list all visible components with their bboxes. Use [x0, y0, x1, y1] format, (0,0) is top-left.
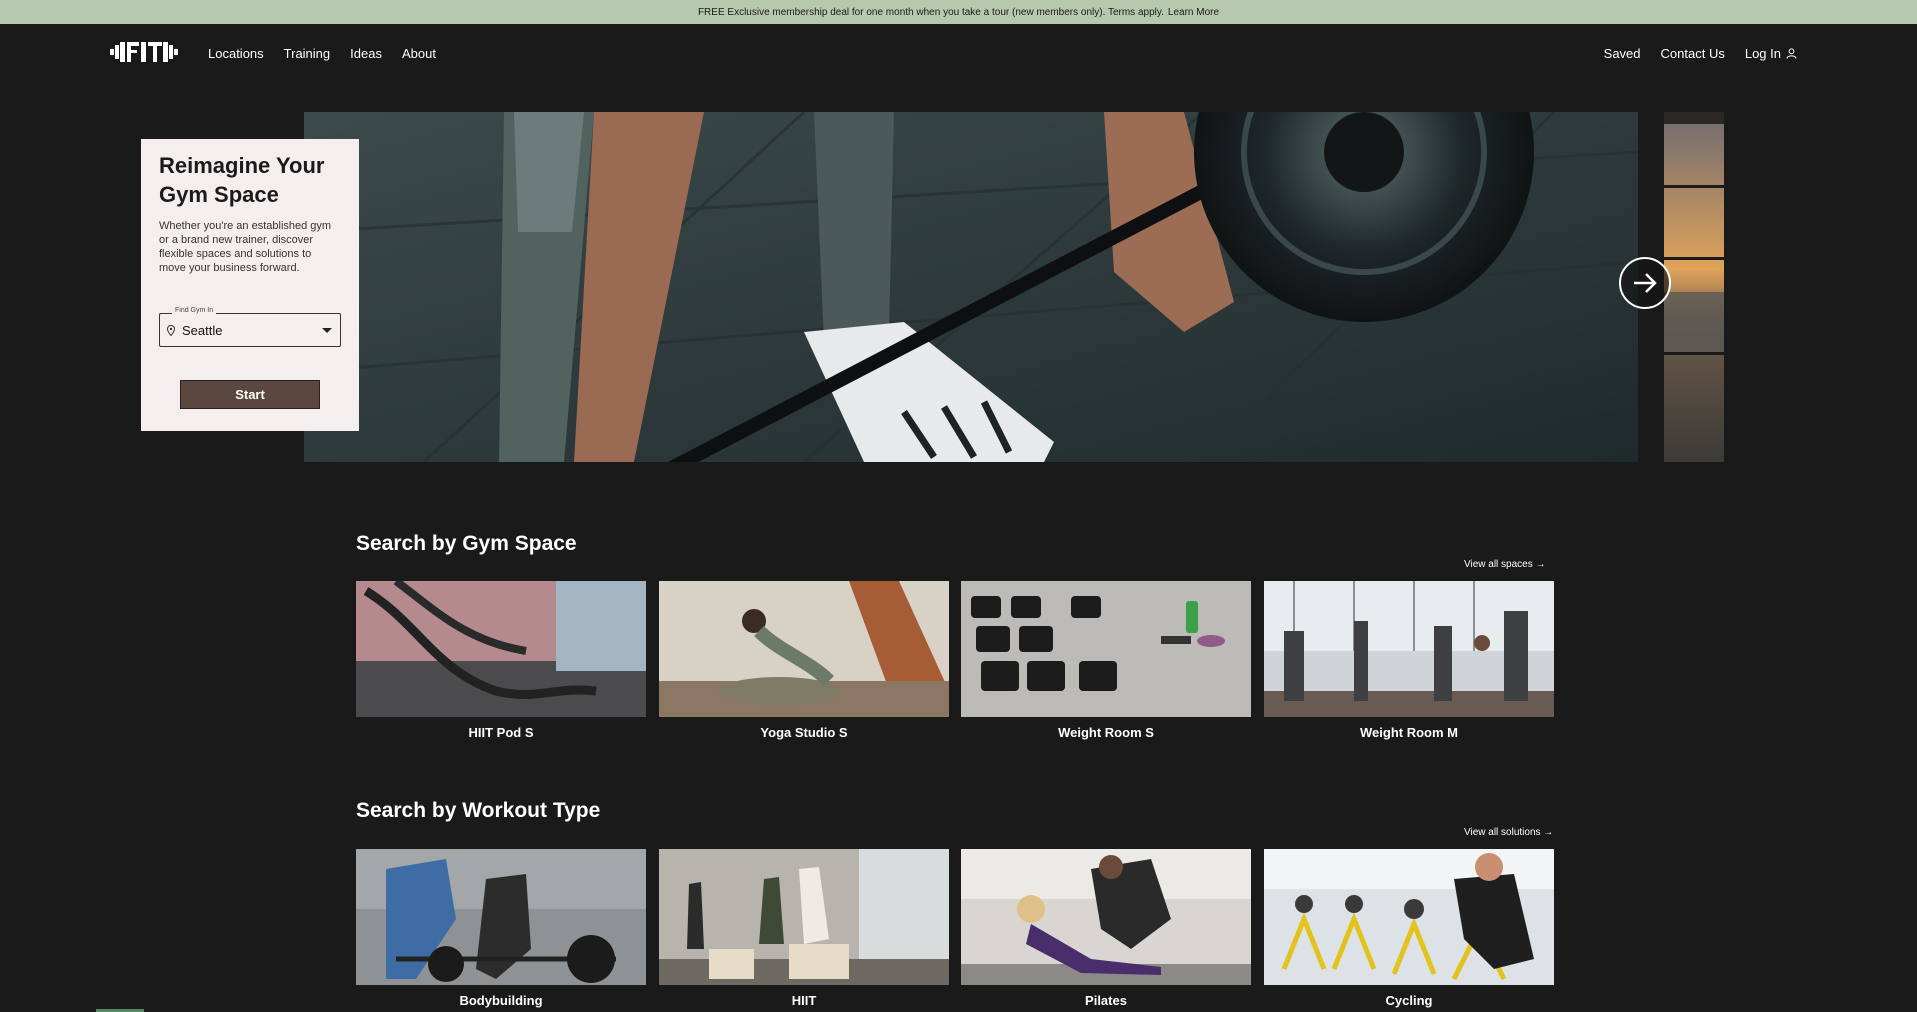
- gym-space-card-weight-room-s[interactable]: Weight Room S: [961, 581, 1251, 740]
- start-button[interactable]: Start: [180, 380, 320, 409]
- hero-description: Whether you're an established gym or a b…: [159, 220, 332, 274]
- weight-room-m-image: [1264, 581, 1554, 717]
- find-gym-label: Find Gym In: [172, 307, 217, 314]
- hero-image: [304, 112, 1638, 462]
- gym-space-label: Yoga Studio S: [760, 725, 848, 740]
- weight-room-s-image: [961, 581, 1251, 717]
- learn-more-link[interactable]: Learn More: [1168, 7, 1219, 18]
- find-gym-select[interactable]: Find Gym In Seattle: [159, 307, 341, 347]
- dumbbell-fit-logo-icon[interactable]: [110, 38, 178, 66]
- nav-log-in[interactable]: Log In: [1745, 46, 1797, 61]
- gym-space-card-weight-room-m[interactable]: Weight Room M: [1264, 581, 1554, 740]
- nav-contact-us[interactable]: Contact Us: [1661, 46, 1725, 61]
- workout-label: HIIT: [791, 993, 817, 1008]
- chevron-down-icon: [322, 328, 332, 333]
- pilates-image: [961, 849, 1251, 985]
- view-all-solutions-link[interactable]: View all solutions →: [1464, 827, 1553, 838]
- nav-saved[interactable]: Saved: [1604, 46, 1641, 61]
- yoga-studio-image: [659, 581, 949, 717]
- promo-banner: FREE Exclusive membership deal for one m…: [0, 0, 1917, 24]
- workout-type-section-title: Search by Workout Type: [356, 799, 601, 822]
- user-icon: [1786, 48, 1797, 59]
- nav-about[interactable]: About: [402, 46, 436, 61]
- hero-search-card: Reimagine Your Gym Space Whether you're …: [141, 139, 359, 431]
- cycling-image: [1264, 849, 1554, 985]
- gym-space-label: Weight Room S: [1058, 725, 1154, 740]
- view-all-spaces-link[interactable]: View all spaces →: [1464, 559, 1546, 570]
- workout-card-bodybuilding[interactable]: Bodybuilding: [356, 849, 646, 1008]
- nav-ideas[interactable]: Ideas: [350, 46, 382, 61]
- carousel-next-button[interactable]: [1619, 257, 1671, 309]
- hero-next-preview[interactable]: [1664, 112, 1724, 462]
- location-pin-icon: [167, 325, 175, 336]
- log-in-label: Log In: [1744, 46, 1781, 61]
- hiit-pod-image: [356, 581, 646, 717]
- gym-space-card-hiit-pod[interactable]: HIIT Pod S: [356, 581, 646, 740]
- hero-title: Reimagine Your Gym Space: [159, 153, 325, 207]
- bodybuilding-image: [356, 849, 646, 985]
- workout-card-hiit[interactable]: HIIT: [659, 849, 949, 1008]
- workout-label: Cycling: [1385, 993, 1433, 1008]
- workout-label: Bodybuilding: [459, 993, 543, 1008]
- top-navigation: Locations Training Ideas About Saved Con…: [0, 24, 1917, 84]
- hiit-image: [659, 849, 949, 985]
- nav-locations[interactable]: Locations: [208, 46, 264, 61]
- primary-nav: Locations Training Ideas About: [208, 46, 436, 61]
- secondary-nav: Saved Contact Us Log In: [1604, 46, 1797, 61]
- nav-training[interactable]: Training: [284, 46, 330, 61]
- promo-text: FREE Exclusive membership deal for one m…: [697, 6, 1164, 18]
- gym-space-label: HIIT Pod S: [468, 725, 534, 740]
- find-gym-value: Seattle: [182, 323, 223, 338]
- workout-card-pilates[interactable]: Pilates: [961, 849, 1251, 1008]
- gym-space-section-title: Search by Gym Space: [356, 532, 577, 555]
- gym-space-label: Weight Room M: [1360, 725, 1458, 740]
- workout-label: Pilates: [1085, 993, 1127, 1008]
- gym-space-card-yoga-studio[interactable]: Yoga Studio S: [659, 581, 949, 740]
- workout-card-cycling[interactable]: Cycling: [1264, 849, 1554, 1008]
- arrow-right-icon: [1634, 273, 1657, 293]
